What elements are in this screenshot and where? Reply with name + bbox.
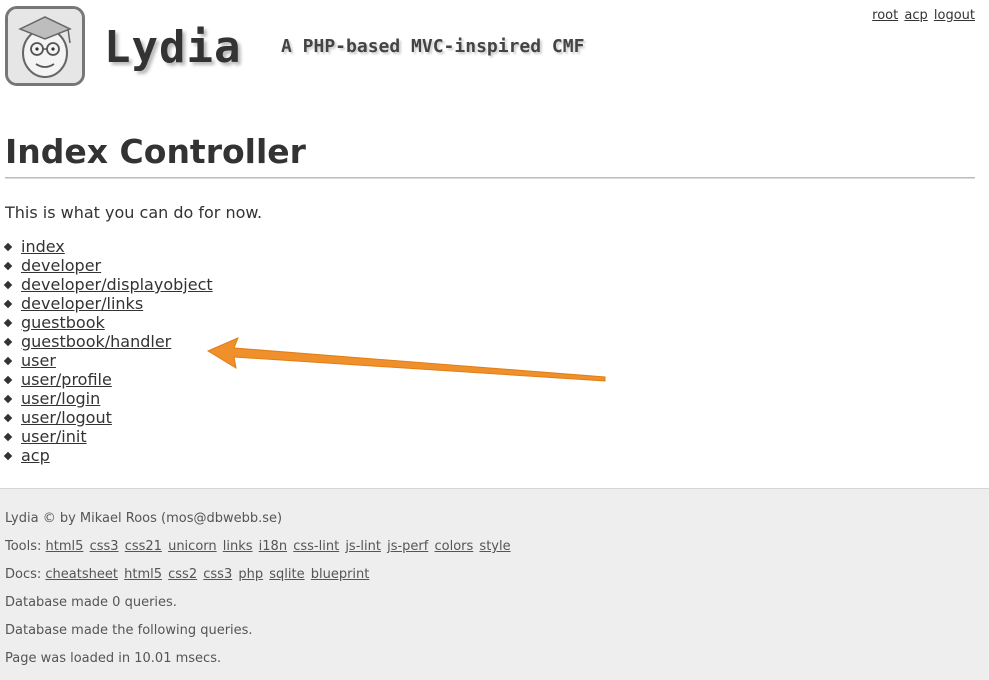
footer-docs-label: Docs: <box>5 567 42 582</box>
link-user[interactable]: user <box>21 351 56 370</box>
tool-link-js-perf[interactable]: js-perf <box>387 539 428 554</box>
doc-link-php[interactable]: php <box>238 567 263 582</box>
site-header: Lydia A PHP-based MVC-inspired CMF root … <box>0 0 989 110</box>
controller-links-list: index developer developer/displayobject … <box>5 237 213 465</box>
list-item: guestbook <box>5 313 213 332</box>
link-developer-displayobject[interactable]: developer/displayobject <box>21 275 213 294</box>
site-title: Lydia <box>104 22 242 73</box>
doc-link-sqlite[interactable]: sqlite <box>269 567 304 582</box>
annotation-arrow-icon <box>206 337 606 382</box>
footer-load-time: Page was loaded in 10.01 msecs. <box>5 651 222 666</box>
login-menu: root acp logout <box>870 8 975 23</box>
title-divider <box>5 177 975 179</box>
tool-link-html5[interactable]: html5 <box>46 539 84 554</box>
link-developer-links[interactable]: developer/links <box>21 294 143 313</box>
link-acp[interactable]: acp <box>21 446 50 465</box>
footer-db-count: Database made 0 queries. <box>5 595 177 610</box>
site-slogan: A PHP-based MVC-inspired CMF <box>281 36 585 57</box>
doc-link-css2[interactable]: css2 <box>168 567 197 582</box>
list-item: guestbook/handler <box>5 332 213 351</box>
tool-link-i18n[interactable]: i18n <box>259 539 287 554</box>
tool-link-css-lint[interactable]: css-lint <box>293 539 339 554</box>
list-item: developer/links <box>5 294 213 313</box>
doc-link-cheatsheet[interactable]: cheatsheet <box>45 567 118 582</box>
tool-link-colors[interactable]: colors <box>434 539 473 554</box>
page-title: Index Controller <box>5 132 306 171</box>
site-footer: Lydia © by Mikael Roos (mos@dbwebb.se) T… <box>0 488 989 680</box>
professor-face-logo-icon[interactable] <box>5 6 85 86</box>
link-user-profile[interactable]: user/profile <box>21 370 112 389</box>
footer-copyright: Lydia © by Mikael Roos (mos@dbwebb.se) <box>5 511 283 526</box>
doc-link-html5[interactable]: html5 <box>124 567 162 582</box>
link-guestbook[interactable]: guestbook <box>21 313 105 332</box>
login-menu-root-link[interactable]: root <box>872 8 898 23</box>
list-item: user/login <box>5 389 213 408</box>
footer-tools-label: Tools: <box>5 539 42 554</box>
list-item: user/logout <box>5 408 213 427</box>
footer-tools: Tools: html5 css3 css21 unicorn links i1… <box>5 539 513 554</box>
doc-link-blueprint[interactable]: blueprint <box>311 567 370 582</box>
link-user-login[interactable]: user/login <box>21 389 100 408</box>
link-user-logout[interactable]: user/logout <box>21 408 112 427</box>
tool-link-css3[interactable]: css3 <box>90 539 119 554</box>
link-developer[interactable]: developer <box>21 256 101 275</box>
list-item: user/profile <box>5 370 213 389</box>
intro-text: This is what you can do for now. <box>5 203 263 222</box>
tool-link-style[interactable]: style <box>479 539 510 554</box>
link-guestbook-handler[interactable]: guestbook/handler <box>21 332 171 351</box>
list-item: acp <box>5 446 213 465</box>
login-menu-acp-link[interactable]: acp <box>904 8 927 23</box>
link-index[interactable]: index <box>21 237 65 256</box>
tool-link-js-lint[interactable]: js-lint <box>345 539 381 554</box>
footer-docs: Docs: cheatsheet html5 css2 css3 php sql… <box>5 567 371 582</box>
list-item: index <box>5 237 213 256</box>
list-item: user/init <box>5 427 213 446</box>
login-menu-logout-link[interactable]: logout <box>934 8 975 23</box>
tool-link-links[interactable]: links <box>223 539 253 554</box>
list-item: developer/displayobject <box>5 275 213 294</box>
list-item: user <box>5 351 213 370</box>
link-user-init[interactable]: user/init <box>21 427 87 446</box>
footer-db-queries: Database made the following queries. <box>5 623 253 638</box>
tool-link-css21[interactable]: css21 <box>125 539 162 554</box>
doc-link-css3[interactable]: css3 <box>203 567 232 582</box>
list-item: developer <box>5 256 213 275</box>
tool-link-unicorn[interactable]: unicorn <box>168 539 217 554</box>
